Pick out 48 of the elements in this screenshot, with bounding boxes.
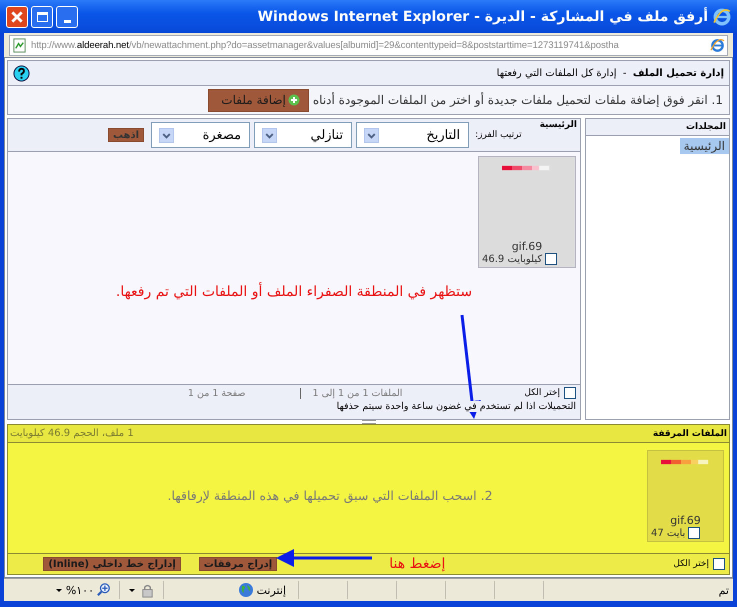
caret-icon[interactable] xyxy=(54,586,63,594)
chevron-icon xyxy=(364,128,380,142)
checkbox[interactable] xyxy=(713,558,725,570)
minimize-button[interactable] xyxy=(56,6,78,28)
checkbox[interactable] xyxy=(564,387,576,399)
browser-logo-icon xyxy=(710,38,725,52)
caret-icon[interactable] xyxy=(128,586,136,594)
status-text: تم xyxy=(718,584,729,596)
sort-dropdown[interactable]: التاريخ xyxy=(356,122,470,148)
panel-title: المجلدات xyxy=(686,122,726,132)
page-count: صفحة 1 من 1 xyxy=(188,388,246,398)
sort-dropdown[interactable]: مصغرة xyxy=(151,122,250,148)
file-size: 47 بايت xyxy=(651,528,686,538)
zoom-icon[interactable] xyxy=(97,583,111,597)
file-count: الملفات 1 من 1 إلى 1 xyxy=(300,388,402,398)
close-button[interactable] xyxy=(6,6,28,28)
zone-label: إنترنت xyxy=(256,584,286,596)
note-text: التحميلات اذا لم تستخدم في غضون ساعة واحدة سيتم حذفها xyxy=(336,401,576,412)
attachment-summary: 1 ملف، الحجم 46.9 كيلوبايت xyxy=(10,428,134,439)
panel-title: الرئيسية xyxy=(540,120,577,130)
sort-dropdown[interactable]: تنازلي xyxy=(254,122,352,148)
browser-logo-icon xyxy=(713,8,731,26)
select-all-label: إختر الكل xyxy=(524,388,560,398)
annotation-text: ستظهر في المنطقة الصفراء الملف أو الملفات التي تم رفعها. xyxy=(114,284,474,300)
file-size: 46.9 كيلوبايت xyxy=(482,254,542,264)
header-text: إدارة تحميل الملف - إدارة كل الملفات التي رفعتها xyxy=(496,68,724,78)
chevron-icon xyxy=(262,128,278,142)
file-name: gif.69 xyxy=(512,240,542,253)
chevron-icon xyxy=(159,128,174,142)
plus-icon xyxy=(288,94,300,106)
folder-item[interactable]: الرئيسية xyxy=(680,138,729,154)
zoom-level[interactable]: ١٠٠% xyxy=(66,584,94,596)
help-icon[interactable] xyxy=(13,64,30,82)
hint-text: 2. اسحب الملفات التي سبق تحميلها في هذه المنطقة لإرفاقها. xyxy=(166,488,494,503)
annotation-text: إضغط هنا xyxy=(389,556,446,572)
address-field[interactable]: http://www.aldeerah.net/vb/newattachment.php?do=assetmanager&values[albumid]=29&contenttypeid=8&poststarttime=1273119741&postha xyxy=(9,34,728,56)
globe-icon xyxy=(238,582,254,598)
checkbox[interactable] xyxy=(688,527,700,539)
instruction-text: 1. انقر فوق إضافة ملفات لتحميل ملفات جديدة أو اختر من الملفات الموجودة أدناه xyxy=(312,93,723,107)
page-icon xyxy=(12,38,27,52)
checkbox[interactable] xyxy=(545,253,558,265)
close-icon xyxy=(10,10,24,24)
panel-title: الملفات المرقفة xyxy=(652,428,727,438)
select-all-label: إختر الكل xyxy=(673,559,709,569)
sort-label: ترتيب الفرز: xyxy=(475,130,522,140)
file-name: gif.69 xyxy=(670,514,701,527)
maximize-button[interactable] xyxy=(31,6,53,28)
window-title: أرفق ملف في المشاركة - الديرة - Windows Internet Explorer xyxy=(258,8,708,24)
